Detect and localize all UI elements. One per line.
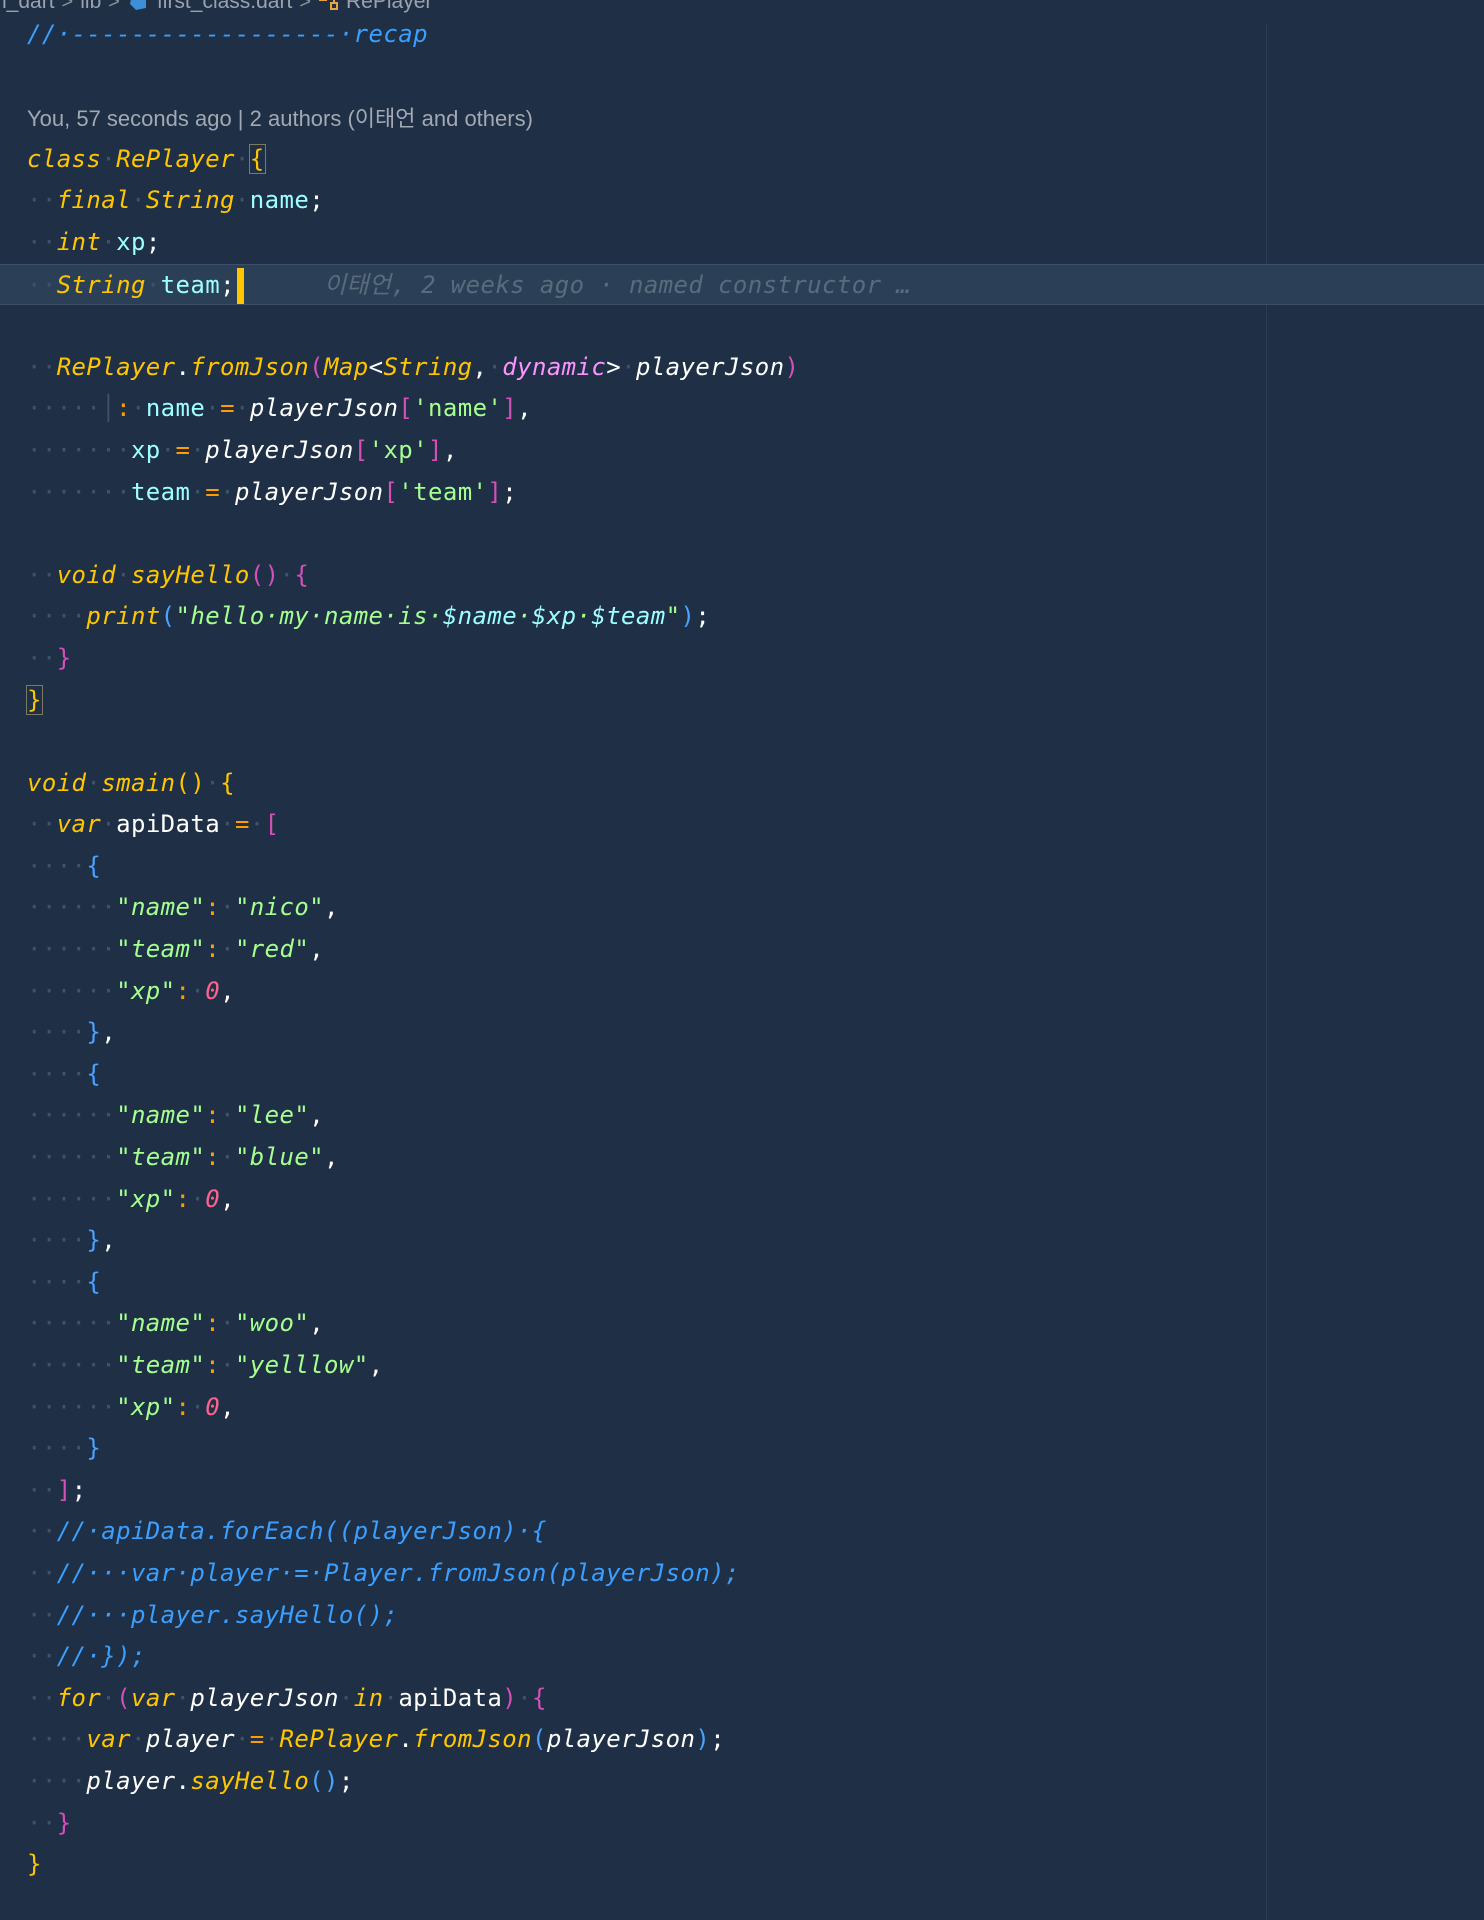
code-line: void·smain()·{ bbox=[27, 768, 235, 797]
code-line: ··for·(var·playerJson·in·apiData)·{ bbox=[27, 1683, 547, 1712]
code-line-current: ··String·team; 이태언, 2 weeks ago · named c… bbox=[0, 263, 1484, 306]
code-editor[interactable]: //·------------------·recap You, 57 seco… bbox=[0, 14, 1484, 1886]
code-line: ······"name":·"nico", bbox=[27, 893, 339, 922]
breadcrumb-project[interactable]: rn_dart bbox=[0, 0, 55, 14]
code-line: ··]; bbox=[27, 1475, 87, 1504]
code-line: ······"team":·"yelllow", bbox=[27, 1351, 384, 1379]
class-icon bbox=[318, 0, 340, 13]
code-line: ·····│:·name·=·playerJson['name'], bbox=[27, 394, 532, 423]
code-line: ··var·apiData·=·[ bbox=[27, 810, 280, 839]
code-line: ····{ bbox=[27, 1267, 102, 1296]
code-line: ····}, bbox=[27, 1226, 117, 1255]
code-line: ··final·String·name; bbox=[27, 186, 325, 215]
code-line: ··//·apiData.forEach((playerJson)·{ bbox=[27, 1517, 547, 1546]
chevron-right-icon: > bbox=[61, 0, 74, 13]
code-line: ··//···var·player·=·Player.fromJson(play… bbox=[27, 1558, 740, 1587]
code-line: ······"team":·"blue", bbox=[27, 1143, 339, 1172]
code-line: ······"xp":·0, bbox=[27, 976, 235, 1005]
code-line: class·RePlayer·{ bbox=[27, 143, 266, 174]
code-line: } bbox=[26, 684, 43, 715]
code-line: ····print("hello·my·name·is·$name·$xp·$t… bbox=[27, 602, 711, 631]
code-line: ······"name":·"woo", bbox=[27, 1309, 325, 1338]
code-line: ·······xp·=·playerJson['xp'], bbox=[27, 435, 458, 464]
code-line: ··int·xp; bbox=[27, 227, 161, 256]
breadcrumb-symbol[interactable]: RePlayer bbox=[346, 0, 432, 14]
code-line: ······"xp":·0, bbox=[27, 1184, 235, 1213]
code-line: ····player.sayHello(); bbox=[27, 1766, 354, 1795]
dart-icon bbox=[127, 0, 149, 13]
code-line: } bbox=[27, 1850, 42, 1879]
chevron-right-icon: > bbox=[299, 0, 311, 13]
code-line: ··void·sayHello()·{ bbox=[27, 560, 310, 589]
code-line: ··} bbox=[27, 1808, 72, 1837]
code-line: ··//···player.sayHello(); bbox=[27, 1600, 399, 1629]
code-line: ··//·}); bbox=[27, 1642, 146, 1671]
code-line: ····var·player·=·RePlayer.fromJson(playe… bbox=[27, 1725, 726, 1754]
code-line: ····{ bbox=[27, 1059, 102, 1088]
text-cursor bbox=[236, 267, 244, 304]
code-line: ····} bbox=[27, 1434, 102, 1463]
chevron-right-icon: > bbox=[108, 0, 120, 13]
code-line: ·······team·=·playerJson['team']; bbox=[27, 477, 518, 506]
breadcrumb-file[interactable]: first_class.dart bbox=[157, 0, 292, 14]
git-blame-annotation: 이태언, 2 weeks ago · named constructor … bbox=[323, 270, 912, 299]
codelens-authors[interactable]: You, 57 seconds ago | 2 authors (이태언 and… bbox=[27, 97, 1484, 139]
code-line: //·------------------·recap bbox=[27, 20, 428, 48]
code-line: ····}, bbox=[27, 1018, 117, 1047]
code-line: ··RePlayer.fromJson(Map<String,·dynamic>… bbox=[27, 352, 800, 381]
breadcrumb-folder[interactable]: lib bbox=[80, 0, 101, 14]
code-line: ······"team":·"red", bbox=[27, 935, 325, 964]
code-line: ······"name":·"lee", bbox=[27, 1101, 325, 1130]
breadcrumb: rn_dart > lib > first_class.dart > RePla… bbox=[0, 0, 432, 14]
code-line: ····{ bbox=[27, 851, 102, 880]
code-line: ······"xp":·0, bbox=[27, 1392, 235, 1421]
code-line: ··} bbox=[27, 643, 72, 672]
